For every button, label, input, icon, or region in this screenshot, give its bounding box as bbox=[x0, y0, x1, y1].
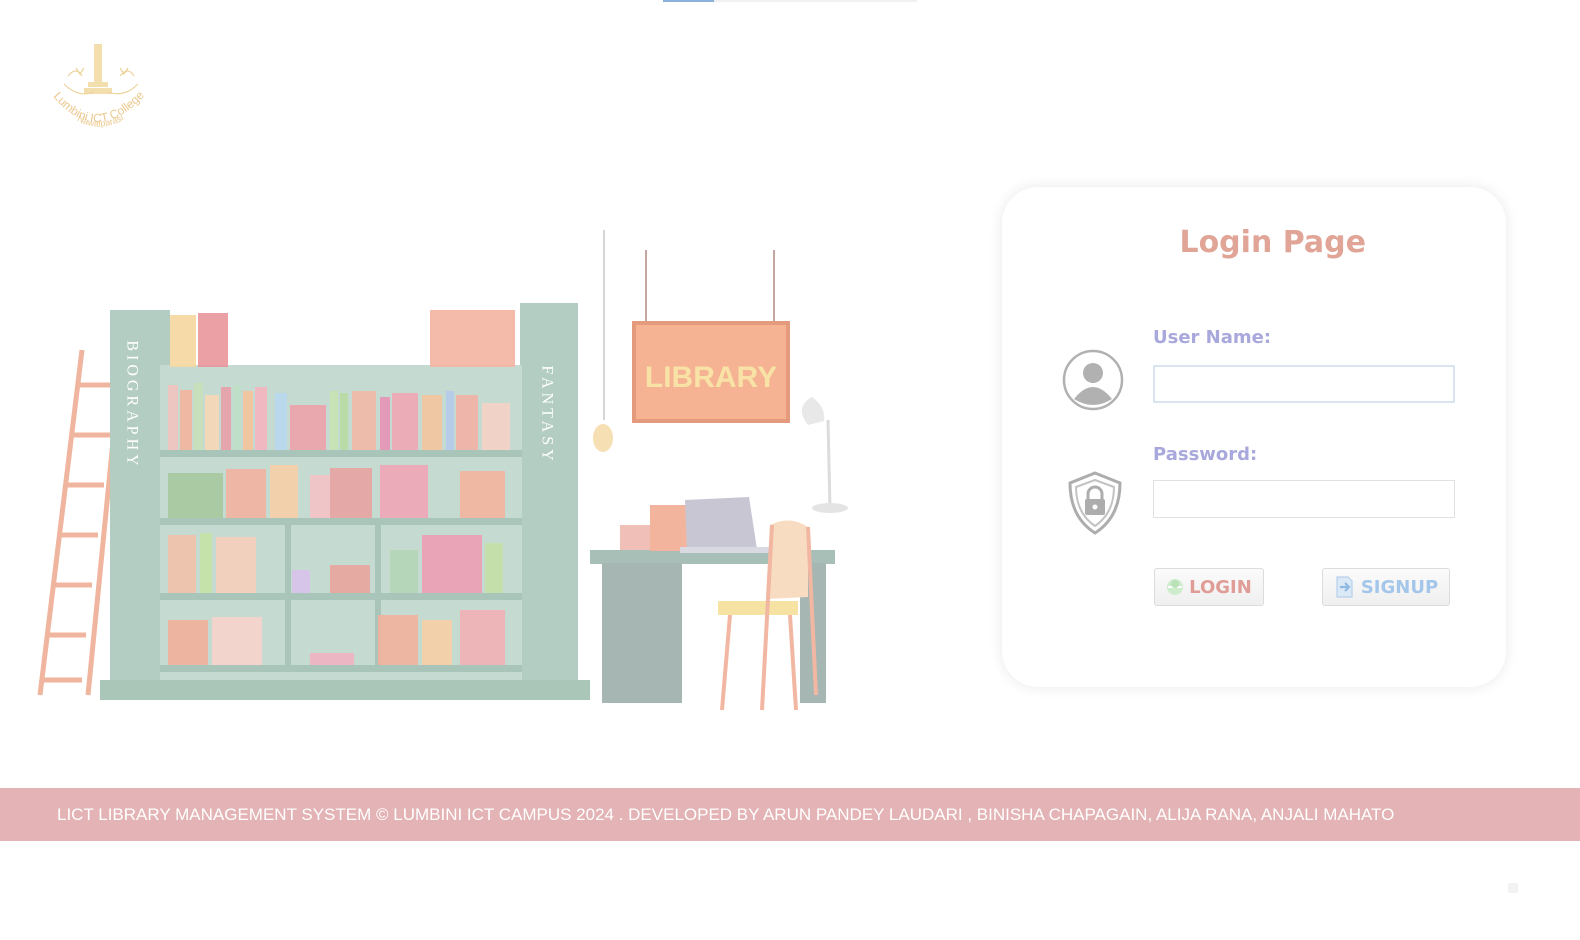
ladder-icon bbox=[37, 349, 125, 696]
college-logo: Lumbini ICT College Nawalparasi bbox=[40, 38, 162, 138]
login-title: Login Page bbox=[1179, 225, 1366, 260]
username-label: User Name: bbox=[1153, 327, 1272, 348]
password-label: Password: bbox=[1153, 444, 1258, 465]
shelf-left-label: BIOGRAPHY bbox=[124, 340, 141, 469]
login-card: Login Page User Name: Password: LOGIN SI… bbox=[1002, 187, 1506, 687]
corner-indicator bbox=[1508, 883, 1518, 893]
top-progress-bar bbox=[663, 0, 917, 2]
shield-lock-icon bbox=[1064, 469, 1126, 537]
shelf-right-label: FANTASY bbox=[539, 365, 556, 464]
login-button-label: LOGIN bbox=[1189, 576, 1252, 598]
login-icon bbox=[1167, 579, 1184, 595]
logo-text-arc: Lumbini ICT College Nawalparasi bbox=[51, 88, 147, 129]
username-input[interactable] bbox=[1153, 365, 1455, 403]
library-sign: LIBRARY bbox=[645, 361, 777, 394]
top-progress-fill bbox=[663, 0, 714, 2]
footer-text: LICT LIBRARY MANAGEMENT SYSTEM © LUMBINI… bbox=[57, 804, 1395, 824]
footer-bar: LICT LIBRARY MANAGEMENT SYSTEM © LUMBINI… bbox=[0, 788, 1580, 841]
login-button[interactable]: LOGIN bbox=[1154, 568, 1264, 606]
user-avatar-icon bbox=[1062, 349, 1124, 411]
signup-button-label: SIGNUP bbox=[1360, 576, 1439, 598]
signup-button[interactable]: SIGNUP bbox=[1322, 568, 1450, 606]
signup-arrow-icon bbox=[1336, 576, 1353, 598]
library-illustration: BIOGRAPHY FANTASY LIBRARY bbox=[30, 225, 860, 715]
library-scene-image: BIOGRAPHY FANTASY LIBRARY bbox=[37, 230, 848, 711]
password-input[interactable] bbox=[1153, 480, 1455, 518]
